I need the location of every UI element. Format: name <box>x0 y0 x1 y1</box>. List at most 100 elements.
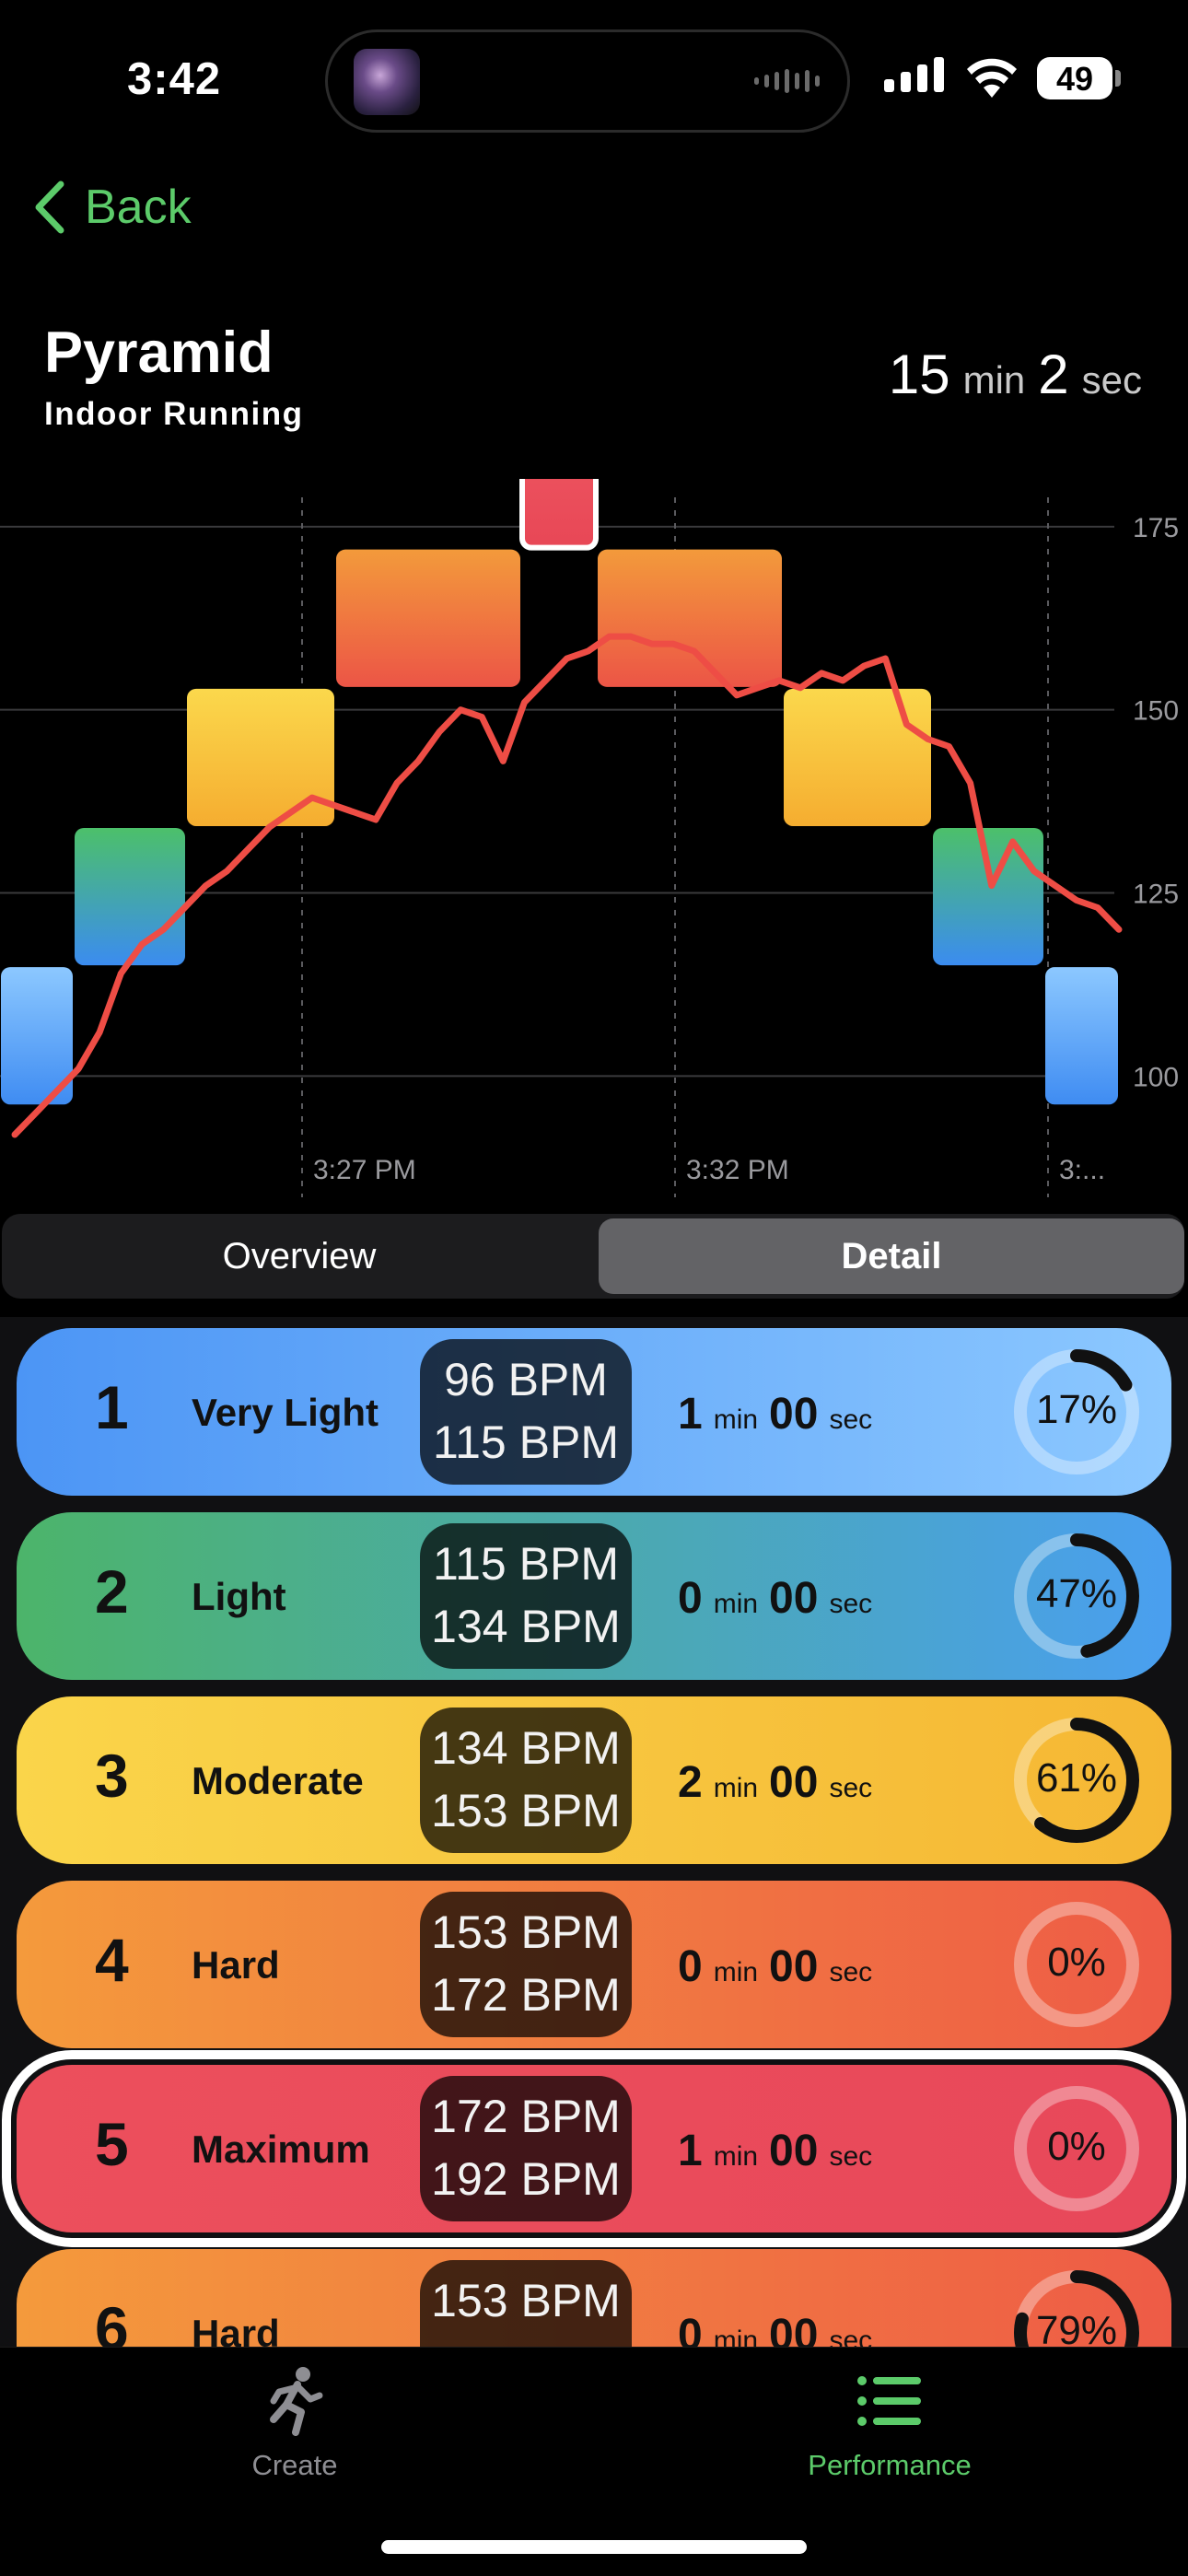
zone-name: Hard <box>192 1943 280 1987</box>
zone-card[interactable]: 4 Hard 153 BPM 172 BPM 0 min 00 sec 0% <box>17 1881 1171 2048</box>
zone-seconds-unit: sec <box>829 2141 873 2172</box>
y-tick-label: 175 <box>1133 513 1179 543</box>
zone-bpm-range: 134 BPM 153 BPM <box>420 1708 632 1853</box>
zone-minutes: 0 <box>678 1942 703 1991</box>
zone-card[interactable]: 1 Very Light 96 BPM 115 BPM 1 min 00 sec… <box>17 1328 1171 1496</box>
zone-seconds: 00 <box>769 2127 819 2175</box>
zone-minutes-unit: min <box>713 1589 759 1619</box>
tab-performance[interactable]: Performance <box>751 2366 1028 2482</box>
zone-duration: 1 min 00 sec <box>678 2126 872 2176</box>
zone-card-selected[interactable]: 5 Maximum 172 BPM 192 BPM 1 min 00 sec 0… <box>2 2050 1186 2247</box>
y-tick-label: 150 <box>1133 696 1179 727</box>
zone-number: 3 <box>95 1742 129 1810</box>
zone-block-2[interactable] <box>933 827 1043 966</box>
zone-bpm-low: 134 BPM <box>431 1722 621 1774</box>
zone-minutes: 1 <box>678 2127 703 2175</box>
running-person-icon <box>270 2367 323 2436</box>
zone-bpm-low: 153 BPM <box>431 2275 621 2326</box>
y-tick-label: 125 <box>1133 880 1179 910</box>
zone-seconds: 00 <box>769 1758 819 1807</box>
zone-card[interactable]: 3 Moderate 134 BPM 153 BPM 2 min 00 sec … <box>17 1696 1171 1864</box>
zone-bpm-low: 172 BPM <box>431 2091 621 2142</box>
heart-rate-chart[interactable]: 175 150 125 100 3:27 PM 3:32 PM 3:... <box>0 479 1188 1197</box>
tab-create[interactable]: Create <box>157 2366 433 2482</box>
workout-duration: 15 min 2 sec <box>889 343 1142 406</box>
segment-detail[interactable]: Detail <box>599 1218 1184 1294</box>
zone-minutes: 0 <box>678 1574 703 1623</box>
zone-block-1[interactable] <box>1045 967 1118 1105</box>
segment-overview[interactable]: Overview <box>6 1218 592 1294</box>
zone-seconds-unit: sec <box>829 1589 873 1619</box>
zone-progress-ring: 0% <box>1007 1895 1146 2034</box>
zone-percent: 61% <box>1035 1755 1118 1801</box>
x-tick-label: 3:27 PM <box>313 1155 416 1185</box>
zone-number: 5 <box>95 2110 129 2178</box>
zone-percent: 79% <box>1035 2308 1118 2347</box>
back-label: Back <box>85 181 192 234</box>
back-button[interactable]: Back <box>33 180 192 235</box>
zone-bpm-range: 115 BPM 134 BPM <box>420 1523 632 1669</box>
zone-percent: 17% <box>1035 1387 1118 1432</box>
tab-create-label: Create <box>251 2449 338 2481</box>
zone-number: 4 <box>95 1926 129 1994</box>
zones-list[interactable]: 1 Very Light 96 BPM 115 BPM 1 min 00 sec… <box>0 1317 1188 2347</box>
zone-block-3[interactable] <box>187 688 334 826</box>
workout-title: Pyramid <box>44 321 274 385</box>
zone-duration: 1 min 00 sec <box>678 1389 872 1440</box>
now-playing-artwork <box>354 49 420 115</box>
zone-seconds-unit: sec <box>829 1773 873 1803</box>
view-segmented-control[interactable]: Overview Detail <box>2 1214 1184 1299</box>
duration-minutes: 15 <box>888 344 950 405</box>
zone-percent: 0% <box>1047 2124 1106 2169</box>
chevron-left-icon <box>35 181 64 234</box>
zone-minutes-unit: min <box>713 2325 759 2347</box>
zone-bpm-range: 172 BPM 192 BPM <box>420 2076 632 2221</box>
zone-bpm-range: 153 BPM 172 BPM <box>420 2260 632 2347</box>
zone-bpm-high: 134 BPM <box>431 1601 621 1652</box>
zone-seconds-unit: sec <box>829 1957 873 1987</box>
zone-number: 1 <box>95 1373 129 1441</box>
zone-minutes-unit: min <box>713 1405 759 1435</box>
zone-progress-ring: 79% <box>1007 2264 1146 2347</box>
duration-seconds: 2 <box>1038 344 1069 405</box>
zone-progress-ring: 47% <box>1007 1527 1146 1665</box>
dynamic-island[interactable] <box>325 29 850 133</box>
zone-bpm-low: 115 BPM <box>433 1538 619 1590</box>
zone-bpm-low: 153 BPM <box>431 1906 621 1958</box>
tab-performance-label: Performance <box>808 2449 972 2481</box>
duration-minutes-unit: min <box>962 358 1026 402</box>
zone-card[interactable]: 2 Light 115 BPM 134 BPM 0 min 00 sec 47% <box>17 1512 1171 1680</box>
zone-bpm-high: 172 BPM <box>420 2332 632 2347</box>
zone-block-2[interactable] <box>75 827 185 966</box>
list-icon <box>857 2376 921 2426</box>
zone-seconds: 00 <box>769 1574 819 1623</box>
workout-subtitle: Indoor Running <box>44 396 304 432</box>
zone-minutes: 0 <box>678 2311 703 2347</box>
zone-block-4[interactable] <box>336 549 520 687</box>
zone-duration: 0 min 00 sec <box>678 1573 872 1624</box>
wifi-icon <box>967 58 1017 98</box>
zone-bpm-high: 115 BPM <box>433 1416 619 1468</box>
y-tick-label: 100 <box>1133 1062 1179 1092</box>
zone-name: Hard <box>192 2312 280 2347</box>
zone-progress-ring: 17% <box>1007 1343 1146 1481</box>
zone-card[interactable]: 6 Hard 153 BPM 172 BPM 0 min 00 sec 79% <box>17 2249 1171 2347</box>
zone-progress-ring: 0% <box>1007 2080 1146 2218</box>
zone-duration: 2 min 00 sec <box>678 1757 872 1808</box>
zone-block-3[interactable] <box>784 688 931 826</box>
zone-name: Moderate <box>192 1759 364 1802</box>
zone-block-5[interactable] <box>519 479 599 551</box>
x-tick-label: 3:32 PM <box>686 1155 789 1185</box>
zone-seconds-unit: sec <box>829 2325 873 2347</box>
duration-seconds-unit: sec <box>1081 358 1142 402</box>
zone-block-4[interactable] <box>598 549 782 687</box>
zone-seconds-unit: sec <box>829 1405 873 1435</box>
zone-bpm-low: 96 BPM <box>444 1354 608 1405</box>
zone-duration: 0 min 00 sec <box>678 1941 872 1992</box>
zone-seconds: 00 <box>769 2311 819 2347</box>
zone-minutes: 1 <box>678 1390 703 1439</box>
zone-minutes-unit: min <box>713 2141 759 2172</box>
zone-percent: 0% <box>1047 1940 1106 1985</box>
zone-minutes: 2 <box>678 1758 703 1807</box>
zone-bpm-high: 172 BPM <box>431 1969 621 2021</box>
